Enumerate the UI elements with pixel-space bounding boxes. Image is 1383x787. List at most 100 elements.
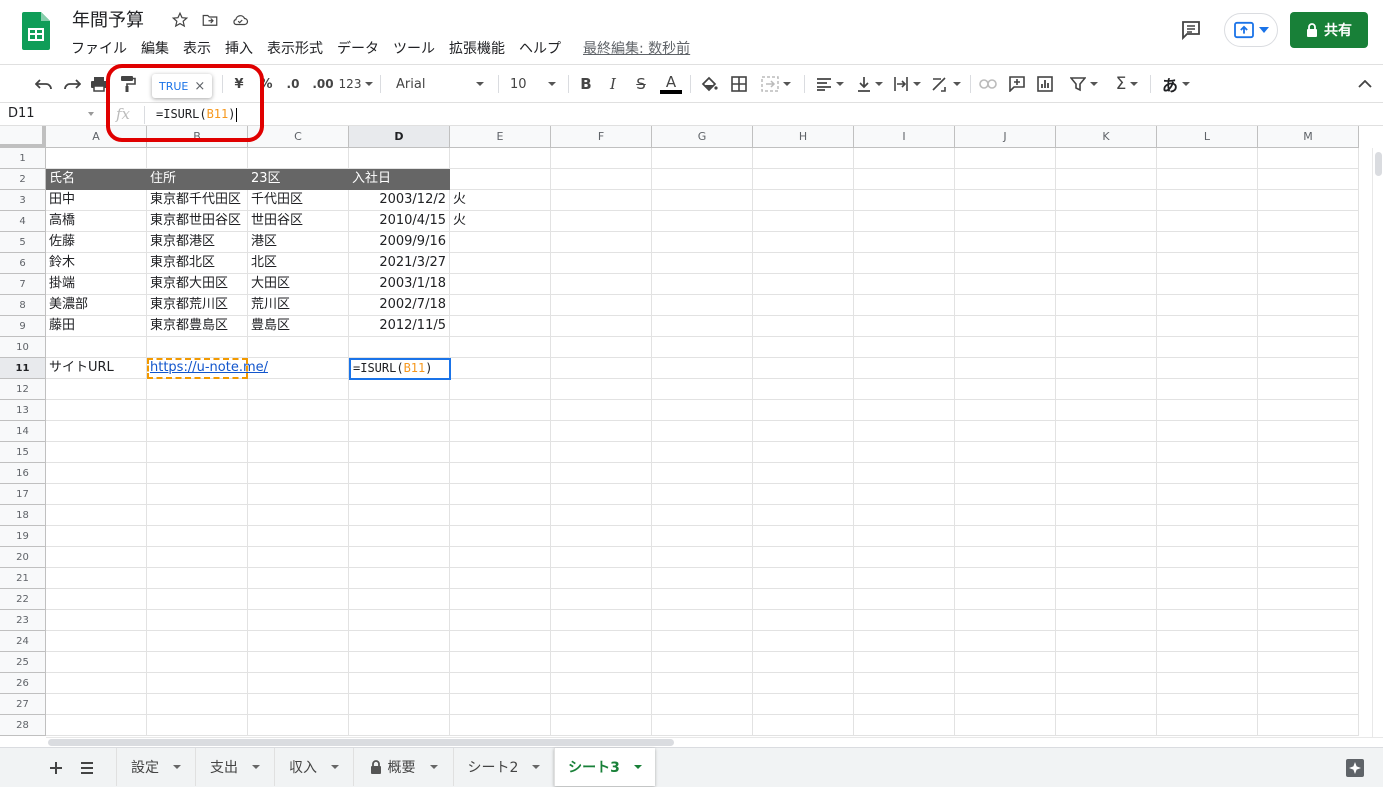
cell-i6[interactable]	[854, 253, 955, 274]
borders-button[interactable]	[728, 71, 750, 97]
cell-k11[interactable]	[1056, 358, 1157, 379]
menu-edit[interactable]: 編集	[134, 37, 176, 59]
column-header-k[interactable]: K	[1056, 126, 1157, 148]
cell-h27[interactable]	[753, 694, 854, 715]
cell-e20[interactable]	[450, 547, 551, 568]
cell-h24[interactable]	[753, 631, 854, 652]
cell-j18[interactable]	[955, 505, 1056, 526]
cell-d25[interactable]	[349, 652, 450, 673]
cell-k18[interactable]	[1056, 505, 1157, 526]
row-header-17[interactable]: 17	[0, 484, 46, 505]
cell-c26[interactable]	[248, 673, 349, 694]
cell-f7[interactable]	[551, 274, 652, 295]
cell-h16[interactable]	[753, 463, 854, 484]
cell-l28[interactable]	[1157, 715, 1258, 736]
row-header-19[interactable]: 19	[0, 526, 46, 547]
cell-i28[interactable]	[854, 715, 955, 736]
cell-h22[interactable]	[753, 589, 854, 610]
cell-e1[interactable]	[450, 148, 551, 169]
cell-e2[interactable]	[450, 169, 551, 190]
cell-i8[interactable]	[854, 295, 955, 316]
cell-i12[interactable]	[854, 379, 955, 400]
column-header-e[interactable]: E	[450, 126, 551, 148]
cell-j7[interactable]	[955, 274, 1056, 295]
cell-m13[interactable]	[1258, 400, 1359, 421]
cell-l24[interactable]	[1157, 631, 1258, 652]
cell-j15[interactable]	[955, 442, 1056, 463]
cell-m4[interactable]	[1258, 211, 1359, 232]
row-header-9[interactable]: 9	[0, 316, 46, 337]
cell-d28[interactable]	[349, 715, 450, 736]
cell-k26[interactable]	[1056, 673, 1157, 694]
cell-g23[interactable]	[652, 610, 753, 631]
cell-a24[interactable]	[46, 631, 147, 652]
cell-d10[interactable]	[349, 337, 450, 358]
row-header-14[interactable]: 14	[0, 421, 46, 442]
horizontal-align-dropdown[interactable]	[812, 71, 848, 97]
increase-decimal-button[interactable]: .00	[310, 71, 336, 97]
collapse-menus-button[interactable]	[1354, 71, 1376, 97]
font-size-dropdown[interactable]: 10	[506, 71, 560, 97]
cell-h10[interactable]	[753, 337, 854, 358]
table-cell[interactable]: 2002/7/18	[349, 295, 450, 316]
cell-a17[interactable]	[46, 484, 147, 505]
cell-k15[interactable]	[1056, 442, 1157, 463]
cell-i7[interactable]	[854, 274, 955, 295]
cell-c27[interactable]	[248, 694, 349, 715]
paint-format-button[interactable]	[116, 71, 140, 97]
cell-f18[interactable]	[551, 505, 652, 526]
cell-l16[interactable]	[1157, 463, 1258, 484]
cell-a18[interactable]	[46, 505, 147, 526]
column-header-a[interactable]: A	[46, 126, 147, 148]
cell-d13[interactable]	[349, 400, 450, 421]
cell-b14[interactable]	[147, 421, 248, 442]
document-title[interactable]: 年間予算	[72, 6, 144, 32]
table-cell[interactable]: 豊島区	[248, 316, 349, 337]
cell-j11[interactable]	[955, 358, 1056, 379]
cell-j28[interactable]	[955, 715, 1056, 736]
table-cell[interactable]	[450, 253, 551, 274]
cell-h21[interactable]	[753, 568, 854, 589]
cell-g1[interactable]	[652, 148, 753, 169]
cell-i21[interactable]	[854, 568, 955, 589]
row-header-7[interactable]: 7	[0, 274, 46, 295]
strikethrough-button[interactable]: S	[631, 71, 651, 97]
cell-g8[interactable]	[652, 295, 753, 316]
all-sheets-button[interactable]	[76, 757, 98, 779]
functions-dropdown[interactable]: Σ	[1110, 71, 1144, 97]
cell-k23[interactable]	[1056, 610, 1157, 631]
cell-a23[interactable]	[46, 610, 147, 631]
cell-j20[interactable]	[955, 547, 1056, 568]
cell-j12[interactable]	[955, 379, 1056, 400]
cell-g12[interactable]	[652, 379, 753, 400]
share-button[interactable]: 共有	[1290, 12, 1368, 48]
table-cell[interactable]: 東京都世田谷区	[147, 211, 248, 232]
cell-l10[interactable]	[1157, 337, 1258, 358]
cell-b10[interactable]	[147, 337, 248, 358]
cell-j23[interactable]	[955, 610, 1056, 631]
cloud-status-icon[interactable]	[230, 10, 250, 30]
table-cell[interactable]: 世田谷区	[248, 211, 349, 232]
cell-l20[interactable]	[1157, 547, 1258, 568]
cell-f4[interactable]	[551, 211, 652, 232]
cell-i11[interactable]	[854, 358, 955, 379]
cell-i24[interactable]	[854, 631, 955, 652]
text-color-button[interactable]: A	[659, 71, 683, 97]
cell-e16[interactable]	[450, 463, 551, 484]
cell-c18[interactable]	[248, 505, 349, 526]
column-header-d[interactable]: D	[349, 126, 450, 148]
url-link-cell[interactable]: https://u-note.me/	[147, 358, 268, 379]
vertical-scrollbar[interactable]	[1372, 148, 1383, 737]
cell-g18[interactable]	[652, 505, 753, 526]
cell-d20[interactable]	[349, 547, 450, 568]
table-cell[interactable]: 藤田	[46, 316, 147, 337]
table-cell[interactable]: 田中	[46, 190, 147, 211]
cell-m26[interactable]	[1258, 673, 1359, 694]
cell-h2[interactable]	[753, 169, 854, 190]
cell-k10[interactable]	[1056, 337, 1157, 358]
cell-i1[interactable]	[854, 148, 955, 169]
cell-h8[interactable]	[753, 295, 854, 316]
row-header-10[interactable]: 10	[0, 337, 46, 358]
cell-g7[interactable]	[652, 274, 753, 295]
cell-i26[interactable]	[854, 673, 955, 694]
